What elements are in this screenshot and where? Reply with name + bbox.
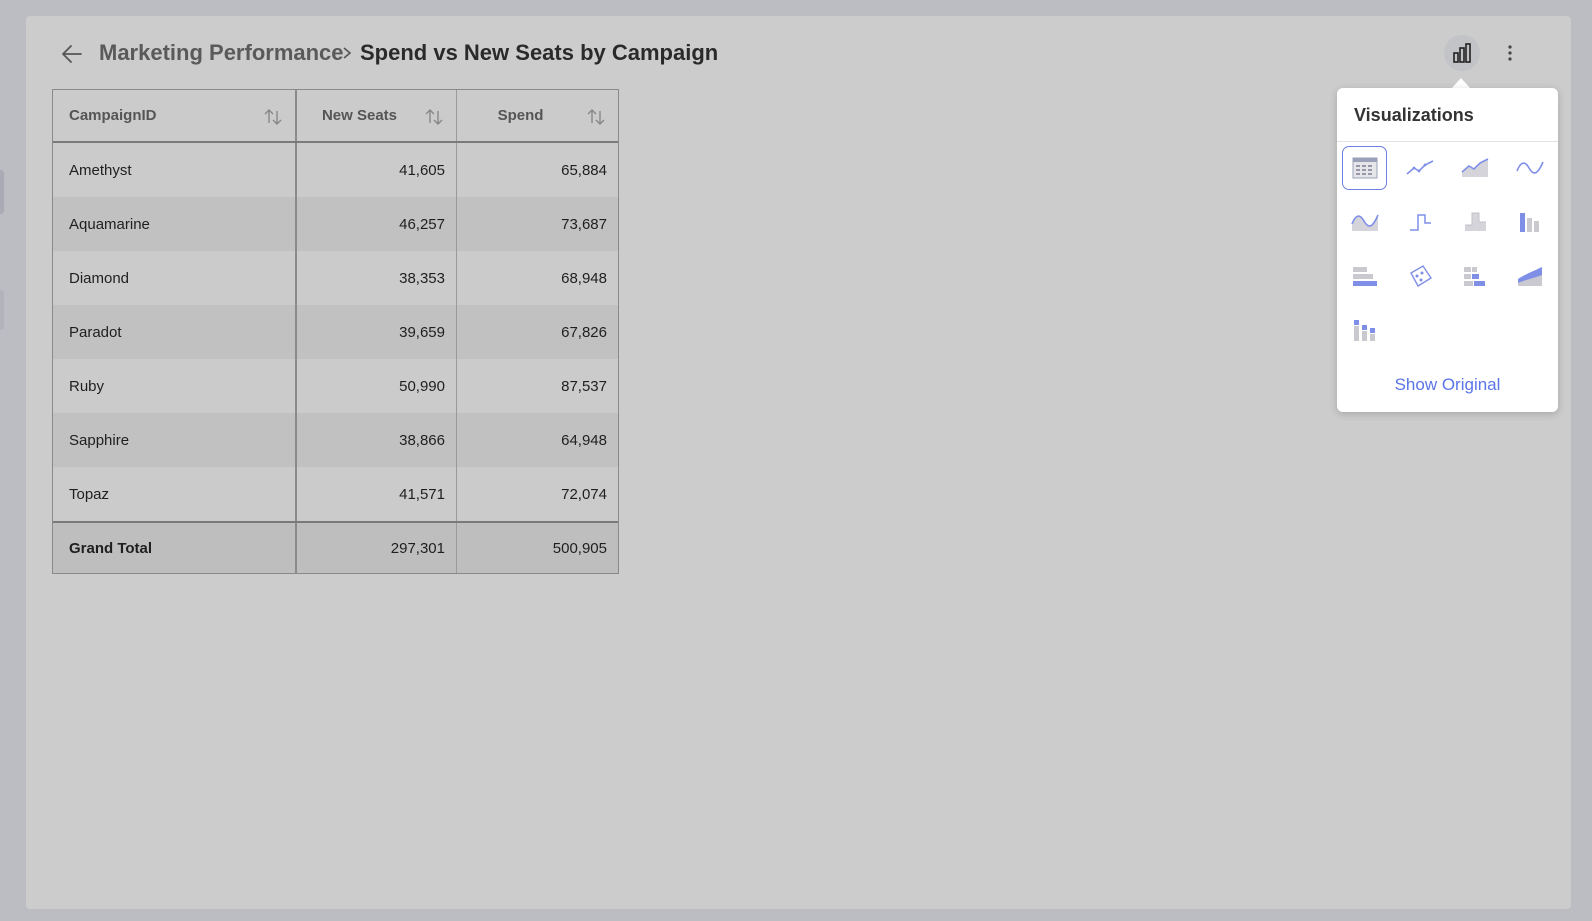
step-area-icon: [1464, 212, 1486, 231]
sort-icon[interactable]: [424, 107, 444, 127]
step-line-icon: [1409, 214, 1431, 231]
cell-total-label: Grand Total: [53, 523, 297, 573]
viz-step-area-button[interactable]: [1452, 200, 1497, 244]
viz-step-line-button[interactable]: [1397, 200, 1442, 244]
viz-grid-button[interactable]: [1342, 146, 1387, 190]
area-chart-icon: [1460, 158, 1488, 177]
more-options-button[interactable]: [1496, 35, 1524, 71]
viz-bar-button[interactable]: [1342, 254, 1387, 298]
cell-new-seats: 41,605: [297, 143, 457, 197]
viz-stacked-area-button[interactable]: [1507, 254, 1552, 298]
grid-table-icon: [1352, 157, 1377, 179]
cell-campaign: Amethyst: [53, 143, 297, 197]
table-row[interactable]: Ruby 50,990 87,537: [53, 359, 618, 413]
show-original-link[interactable]: Show Original: [1337, 375, 1558, 395]
cell-new-seats: 50,990: [297, 359, 457, 413]
table-row[interactable]: Sapphire 38,866 64,948: [53, 413, 618, 467]
chevron-right-icon: [343, 47, 352, 59]
column-header-spend[interactable]: Spend: [457, 90, 618, 141]
cell-new-seats: 46,257: [297, 197, 457, 251]
left-edge-tab: [0, 170, 4, 214]
more-vertical-icon: [1508, 45, 1512, 61]
table-row[interactable]: Topaz 41,571 72,074: [53, 467, 618, 521]
bar-horizontal-icon: [1352, 267, 1377, 286]
grand-total-row: Grand Total 297,301 500,905: [53, 521, 618, 573]
header: Marketing Performance Spend vs New Seats…: [26, 16, 1571, 88]
viz-area-button[interactable]: [1452, 146, 1497, 190]
arrow-left-icon: [62, 45, 82, 63]
cell-campaign: Diamond: [53, 251, 297, 305]
cell-total-spend: 500,905: [552, 539, 607, 557]
viz-spline-area-button[interactable]: [1342, 200, 1387, 244]
viz-stacked-bar-button[interactable]: [1452, 254, 1497, 298]
visualizations-popover: Visualizations Show Original: [1337, 88, 1558, 412]
viz-line-button[interactable]: [1397, 146, 1442, 190]
data-grid: CampaignID New Seats Spend Amethyst 41,6…: [52, 89, 619, 574]
change-visualization-button[interactable]: [1444, 35, 1480, 71]
sort-icon[interactable]: [586, 107, 606, 127]
scatter-chart-icon: [1409, 265, 1432, 287]
stacked-area-icon: [1517, 267, 1542, 286]
cell-spend: 67,826: [561, 323, 607, 341]
stacked-bar-icon: [1463, 267, 1485, 286]
column-header-label: Spend: [497, 107, 544, 124]
cell-spend: 64,948: [561, 431, 607, 449]
visualizations-title: Visualizations: [1354, 105, 1474, 125]
cell-total-new-seats: 297,301: [297, 523, 457, 573]
line-chart-icon: [1405, 160, 1433, 175]
bar-chart-icon: [1453, 43, 1471, 63]
cell-spend: 87,537: [561, 377, 607, 395]
cell-new-seats: 41,571: [297, 467, 457, 521]
cell-spend: 65,884: [561, 161, 607, 179]
cell-spend: 73,687: [561, 215, 607, 233]
spline-area-icon: [1350, 214, 1379, 231]
column-header-label: CampaignID: [69, 107, 157, 124]
cell-spend: 72,074: [561, 485, 607, 503]
cell-new-seats: 38,353: [297, 251, 457, 305]
cell-campaign: Ruby: [53, 359, 297, 413]
cell-campaign: Sapphire: [53, 413, 297, 467]
table-header-row: CampaignID New Seats Spend: [53, 90, 618, 143]
column-header-label: New Seats: [321, 107, 398, 124]
table-row[interactable]: Diamond 38,353 68,948: [53, 251, 618, 305]
divider: [1337, 141, 1558, 142]
sort-icon[interactable]: [263, 107, 283, 127]
table-row[interactable]: Amethyst 41,605 65,884: [53, 143, 618, 197]
table-row[interactable]: Paradot 39,659 67,826: [53, 305, 618, 359]
viz-column-button[interactable]: [1507, 200, 1552, 244]
cell-new-seats: 39,659: [297, 305, 457, 359]
cell-campaign: Topaz: [53, 467, 297, 521]
cell-spend: 68,948: [561, 269, 607, 287]
cell-new-seats: 38,866: [297, 413, 457, 467]
page-title: Spend vs New Seats by Campaign: [360, 40, 719, 65]
column-chart-icon: [1519, 213, 1539, 232]
spline-chart-icon: [1515, 161, 1544, 174]
viz-stacked-column-button[interactable]: [1342, 308, 1387, 352]
cell-campaign: Paradot: [53, 305, 297, 359]
breadcrumb-parent[interactable]: Marketing Performance: [99, 40, 344, 66]
left-edge-tab: [0, 290, 4, 330]
back-button[interactable]: [56, 38, 88, 70]
viz-scatter-button[interactable]: [1397, 254, 1442, 298]
stacked-column-icon: [1353, 320, 1375, 341]
viz-spline-button[interactable]: [1507, 146, 1552, 190]
cell-campaign: Aquamarine: [53, 197, 297, 251]
column-header-campaignid[interactable]: CampaignID: [53, 90, 297, 141]
column-header-new-seats[interactable]: New Seats: [297, 90, 457, 141]
table-row[interactable]: Aquamarine 46,257 73,687: [53, 197, 618, 251]
